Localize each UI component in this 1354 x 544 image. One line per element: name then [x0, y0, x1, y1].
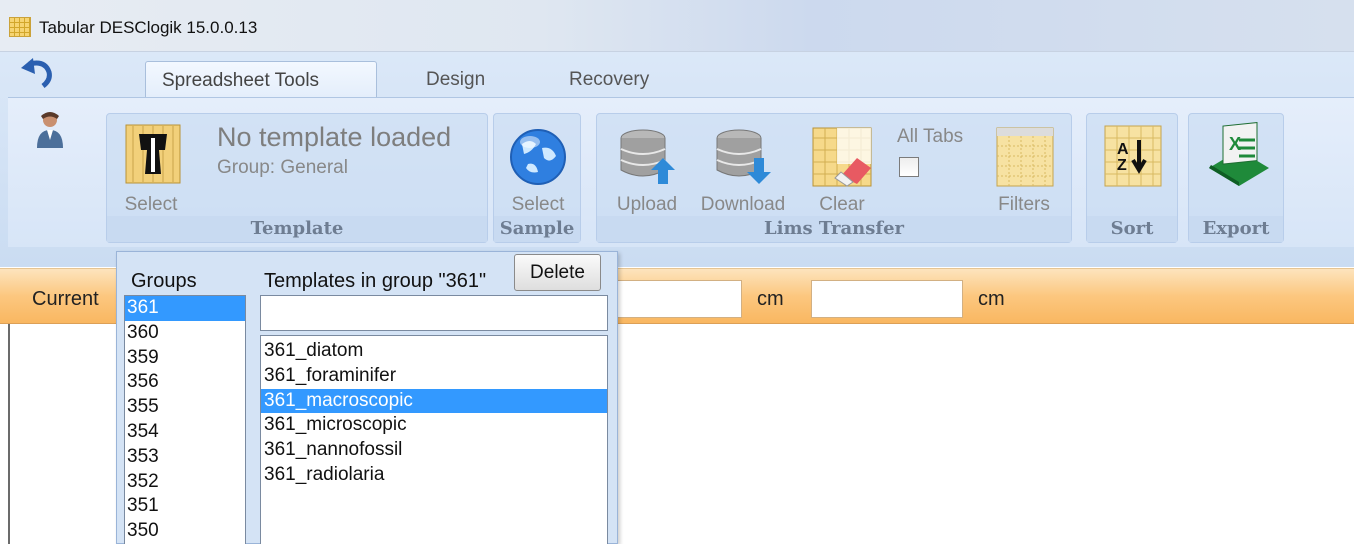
template-item[interactable]: 361_macroscopic	[261, 388, 607, 414]
select-template-button[interactable]: Select	[121, 124, 181, 219]
sheet-left-border	[8, 324, 10, 544]
template-item[interactable]: 361_diatom	[261, 339, 607, 364]
svg-text:A: A	[1117, 141, 1129, 158]
select-sample-label: Select	[511, 194, 565, 215]
lims-transfer-group: Upload Download Clear All Tabs Filters L…	[596, 113, 1072, 243]
group-item[interactable]: 352	[125, 470, 245, 495]
export-group-label: Export	[1189, 216, 1283, 242]
clear-eraser-icon	[812, 127, 872, 187]
all-tabs-label: All Tabs	[897, 126, 964, 147]
groups-title: Groups	[131, 270, 197, 292]
excel-export-icon: X	[1209, 122, 1269, 186]
unit-label-top: cm	[757, 288, 784, 310]
undo-icon	[21, 58, 52, 88]
current-depth-input-bottom[interactable]	[811, 280, 963, 318]
template-item[interactable]: 361_radiolaria	[261, 463, 607, 488]
templates-title: Templates in group "361"	[264, 270, 487, 292]
template-item[interactable]: 361_microscopic	[261, 413, 607, 438]
sort-group: A Z Sort	[1086, 113, 1178, 243]
templates-list[interactable]: 361_diatom 361_foraminifer 361_macroscop…	[260, 335, 608, 544]
upload-button[interactable]: Upload	[613, 124, 681, 219]
current-label: Current	[32, 288, 99, 310]
database-download-icon	[716, 129, 771, 184]
download-label: Download	[700, 194, 786, 215]
filters-label: Filters	[998, 194, 1050, 215]
group-item[interactable]: 360	[125, 321, 245, 346]
template-book-icon	[125, 124, 181, 184]
ribbon-body: Select No template loaded Group: General…	[8, 97, 1354, 247]
sort-az-icon: A Z	[1104, 125, 1162, 187]
template-group-label: Template	[107, 216, 487, 242]
export-group: X Export	[1188, 113, 1284, 243]
group-item[interactable]: 353	[125, 445, 245, 470]
tab-design[interactable]: Design	[410, 61, 501, 97]
group-item[interactable]: 355	[125, 395, 245, 420]
select-template-label: Select	[124, 194, 178, 215]
export-button[interactable]: X	[1199, 120, 1275, 194]
title-bar: Tabular DESClogik 15.0.0.13	[0, 0, 1354, 52]
database-upload-icon	[620, 129, 675, 184]
upload-label: Upload	[616, 194, 678, 215]
group-item[interactable]: 354	[125, 420, 245, 445]
template-info: No template loaded Group: General	[217, 122, 477, 179]
download-button[interactable]: Download	[701, 124, 785, 219]
group-item[interactable]: 361	[125, 296, 245, 321]
groups-list[interactable]: 361 360 359 356 355 354 353 352 351 350	[124, 295, 246, 544]
svg-text:X: X	[1229, 134, 1241, 154]
unit-label-bottom: cm	[978, 288, 1005, 310]
undo-button[interactable]	[19, 58, 59, 88]
current-depth-input-top[interactable]	[610, 280, 742, 318]
globe-icon	[510, 129, 566, 185]
templates-filter-input[interactable]	[260, 295, 608, 331]
user-avatar-icon	[37, 112, 63, 148]
group-item[interactable]: 359	[125, 346, 245, 371]
filters-grid-icon	[996, 127, 1054, 187]
delete-button[interactable]: Delete	[514, 254, 601, 291]
window-title: Tabular DESClogik 15.0.0.13	[39, 18, 258, 37]
select-sample-button[interactable]: Select	[506, 124, 570, 219]
group-item[interactable]: 350	[125, 519, 245, 544]
app-grid-icon	[9, 17, 31, 37]
template-group: Select No template loaded Group: General…	[106, 113, 488, 243]
all-tabs-checkbox[interactable]	[899, 157, 919, 177]
tab-recovery[interactable]: Recovery	[553, 61, 665, 97]
group-item[interactable]: 356	[125, 370, 245, 395]
clear-button[interactable]: Clear	[807, 124, 877, 219]
template-name: No template loaded	[217, 122, 452, 152]
group-item[interactable]: 351	[125, 494, 245, 519]
template-item[interactable]: 361_foraminifer	[261, 364, 607, 389]
svg-text:Z: Z	[1117, 157, 1127, 174]
tab-spreadsheet-tools[interactable]: Spreadsheet Tools	[145, 61, 377, 97]
sort-group-label: Sort	[1087, 216, 1177, 242]
sample-group-label: Sample	[494, 216, 580, 242]
template-item[interactable]: 361_nannofossil	[261, 438, 607, 463]
sample-group: Select Sample	[493, 113, 581, 243]
user-icon[interactable]	[35, 110, 65, 150]
template-group-text: Group: General	[217, 157, 348, 178]
ribbon: Spreadsheet Tools Design Recovery Select	[0, 52, 1354, 267]
template-select-dropdown: Groups Templates in group "361" Delete 3…	[116, 251, 618, 544]
clear-label: Clear	[819, 194, 865, 215]
filters-button[interactable]: Filters	[989, 124, 1059, 219]
sort-button[interactable]: A Z	[1099, 122, 1167, 194]
lims-transfer-group-label: Lims Transfer	[597, 216, 1071, 242]
